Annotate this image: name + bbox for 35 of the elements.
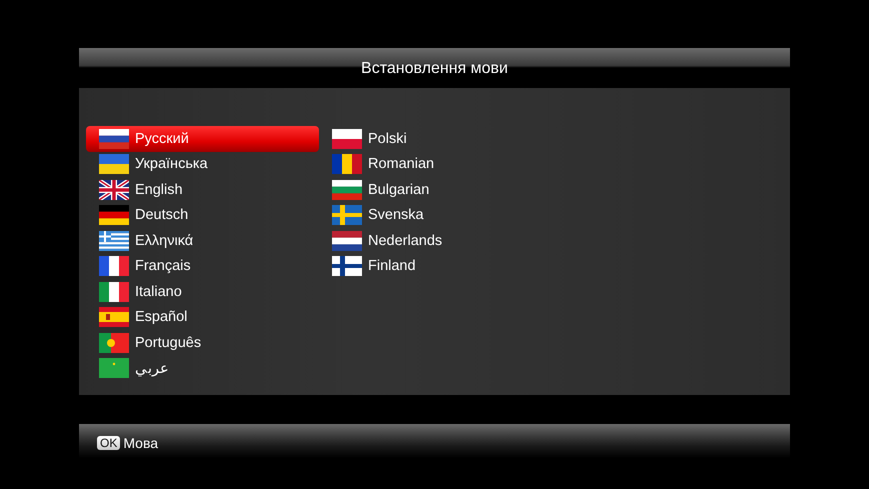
language-item[interactable]: Português xyxy=(86,330,319,356)
flag-icon xyxy=(99,307,129,328)
language-item[interactable]: Ελληνικά xyxy=(86,228,319,254)
flag-icon xyxy=(99,256,129,276)
language-item[interactable]: Русский xyxy=(86,126,319,152)
flag-icon xyxy=(99,230,129,251)
language-item[interactable]: Romanian xyxy=(319,152,552,177)
language-item[interactable]: Українська xyxy=(86,152,319,177)
flag-icon xyxy=(99,332,129,353)
window-title: Встановлення мови xyxy=(361,60,508,79)
language-item[interactable]: Bulgarian xyxy=(319,177,552,202)
language-item[interactable]: Español xyxy=(86,304,319,330)
language-item[interactable]: Finland xyxy=(319,254,552,279)
flag-icon xyxy=(332,230,362,251)
language-item[interactable]: Deutsch xyxy=(86,202,319,228)
language-item[interactable]: Nederlands xyxy=(319,228,552,254)
flag-icon xyxy=(99,128,129,149)
language-item[interactable]: Français xyxy=(86,254,319,279)
flag-icon xyxy=(99,180,129,200)
flag-icon xyxy=(332,128,362,149)
footer-label: Мова xyxy=(123,435,158,451)
flag-icon xyxy=(332,205,362,226)
language-item[interactable]: Polski xyxy=(319,126,552,152)
flag-icon xyxy=(99,154,129,174)
flag-icon xyxy=(332,180,362,200)
language-item[interactable]: عربي xyxy=(86,356,319,381)
language-item[interactable]: Italiano xyxy=(86,279,319,304)
flag-icon xyxy=(332,256,362,276)
language-item[interactable]: Svenska xyxy=(319,202,552,228)
language-item[interactable]: English xyxy=(86,177,319,202)
flag-icon xyxy=(99,282,129,302)
flag-icon xyxy=(99,205,129,226)
flag-icon xyxy=(332,154,362,174)
ok-key: OK xyxy=(97,436,120,450)
flag-icon xyxy=(99,358,129,378)
